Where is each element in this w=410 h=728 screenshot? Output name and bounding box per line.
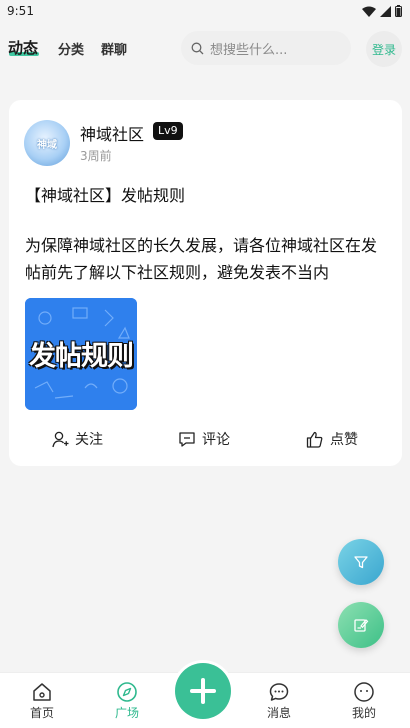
status-bar: 9:51 bbox=[0, 0, 410, 22]
edit-icon bbox=[354, 619, 369, 632]
tab-dynamic[interactable]: 动态 bbox=[8, 37, 38, 58]
signal-icon bbox=[380, 5, 391, 17]
top-header: 动态 分类 群聊 想搜些什么... 登录 bbox=[0, 22, 410, 74]
comment-label: 评论 bbox=[202, 432, 230, 448]
search-icon bbox=[191, 42, 204, 54]
smiley-icon bbox=[354, 682, 374, 702]
login-button[interactable]: 登录 bbox=[366, 31, 402, 67]
chat-bubble-icon bbox=[269, 683, 289, 701]
search-input[interactable]: 想搜些什么... bbox=[181, 31, 351, 65]
post-card[interactable]: 神域 神域社区 Lv9 3周前 【神域社区】发帖规则 为保障神域社区的长久发展，… bbox=[9, 100, 402, 466]
nav-square-label: 广场 bbox=[114, 706, 139, 720]
home-icon bbox=[33, 683, 51, 701]
post-actions: 关注 评论 点赞 bbox=[9, 425, 402, 453]
comment-button[interactable]: 评论 bbox=[178, 429, 230, 449]
like-label: 点赞 bbox=[330, 432, 358, 448]
tab-group-chat[interactable]: 群聊 bbox=[101, 39, 127, 58]
nav-messages-label: 消息 bbox=[266, 706, 291, 720]
nav-profile[interactable]: 我的 bbox=[334, 681, 394, 721]
plus-icon bbox=[190, 678, 216, 704]
nav-square[interactable]: 广场 bbox=[97, 681, 157, 721]
filter-icon bbox=[354, 556, 368, 569]
post-image-text: 发帖规则 bbox=[29, 341, 134, 372]
status-icons bbox=[362, 5, 402, 17]
post-time: 3周前 bbox=[80, 149, 112, 163]
like-button[interactable]: 点赞 bbox=[306, 429, 358, 449]
filter-button[interactable] bbox=[338, 539, 384, 585]
wifi-icon bbox=[362, 6, 376, 17]
nav-messages[interactable]: 消息 bbox=[249, 681, 309, 721]
status-time: 9:51 bbox=[7, 4, 34, 18]
author-name[interactable]: 神域社区 bbox=[80, 121, 144, 145]
author-avatar[interactable]: 神域 bbox=[24, 120, 70, 166]
search-placeholder: 想搜些什么... bbox=[210, 42, 288, 58]
avatar-logo-text: 神域 bbox=[37, 139, 57, 151]
nav-profile-label: 我的 bbox=[351, 706, 376, 720]
post-body[interactable]: 为保障神域社区的长久发展，请各位神域社区在发帖前先了解以下社区规则，避免发表不当… bbox=[25, 232, 387, 286]
follow-label: 关注 bbox=[75, 432, 103, 448]
add-button[interactable] bbox=[175, 663, 231, 719]
level-badge: Lv9 bbox=[153, 122, 183, 140]
create-post-button[interactable] bbox=[338, 602, 384, 648]
tab-category[interactable]: 分类 bbox=[58, 39, 84, 58]
user-plus-icon bbox=[52, 431, 69, 447]
follow-button[interactable]: 关注 bbox=[52, 429, 103, 449]
battery-icon bbox=[395, 5, 402, 17]
nav-home[interactable]: 首页 bbox=[12, 681, 72, 721]
compass-icon bbox=[117, 682, 137, 702]
post-image[interactable]: 发帖规则 bbox=[25, 298, 137, 410]
thumbs-up-icon bbox=[306, 431, 323, 448]
comment-icon bbox=[179, 431, 195, 447]
nav-home-label: 首页 bbox=[29, 706, 54, 720]
post-title[interactable]: 【神域社区】发帖规则 bbox=[25, 182, 185, 206]
